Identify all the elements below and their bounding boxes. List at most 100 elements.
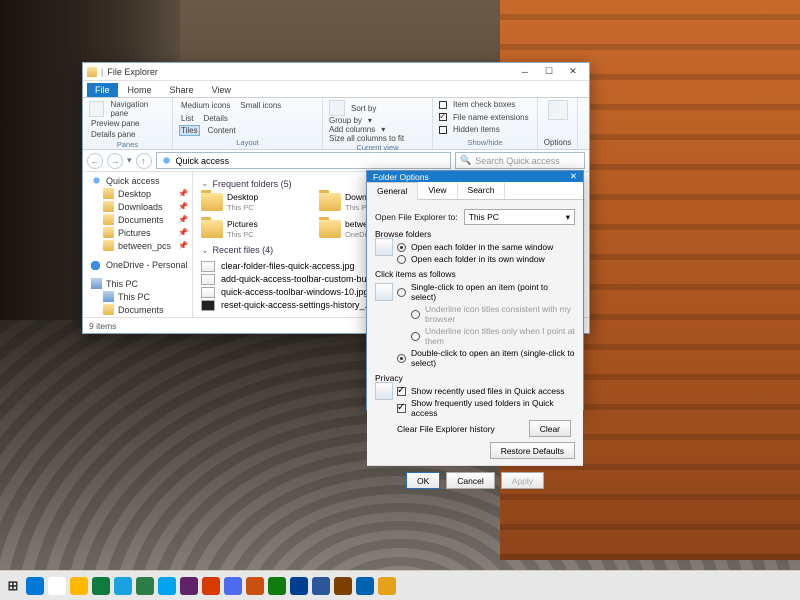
- tab-file[interactable]: File: [87, 83, 118, 97]
- sort-by-button[interactable]: Sort by: [351, 104, 376, 113]
- nav-quick-access[interactable]: Quick access: [83, 174, 192, 187]
- open-explorer-to-select[interactable]: This PC▾: [464, 209, 575, 225]
- taskbar-app-icon[interactable]: [114, 577, 132, 595]
- click-items-icon: [375, 283, 393, 301]
- taskbar-app-icon[interactable]: [48, 577, 66, 595]
- radio-single-click[interactable]: [397, 288, 406, 297]
- radio-own-window[interactable]: [397, 255, 406, 264]
- layout-list[interactable]: List: [179, 113, 195, 124]
- preview-pane-button[interactable]: Preview pane: [89, 118, 141, 129]
- taskbar-app-icon[interactable]: [180, 577, 198, 595]
- taskbar-app-icon[interactable]: [26, 577, 44, 595]
- nav-item-pictures[interactable]: Pictures📌: [83, 226, 192, 239]
- nav-pc-this-pc[interactable]: This PC: [83, 290, 192, 303]
- ribbon-group-label: Show/hide: [439, 138, 531, 147]
- navigation-pane-button[interactable]: Navigation pane: [110, 100, 166, 118]
- nav-item-documents[interactable]: Documents📌: [83, 213, 192, 226]
- taskbar-app-icon[interactable]: [70, 577, 88, 595]
- cancel-button[interactable]: Cancel: [446, 472, 494, 489]
- layout-medium-icons[interactable]: Medium icons: [179, 100, 232, 111]
- recent-locations-button[interactable]: ▾: [127, 155, 132, 166]
- tab-view[interactable]: View: [204, 83, 239, 97]
- dialog-tab-search[interactable]: Search: [458, 182, 506, 199]
- forward-button[interactable]: →: [107, 153, 123, 169]
- taskbar-app-icon[interactable]: [92, 577, 110, 595]
- group-by-button[interactable]: Group by: [329, 116, 362, 125]
- nav-item-desktop[interactable]: Desktop📌: [83, 187, 192, 200]
- apply-button[interactable]: Apply: [501, 472, 544, 489]
- dialog-titlebar[interactable]: Folder Options ✕: [367, 171, 583, 182]
- size-columns-button[interactable]: Size all columns to fit: [329, 134, 404, 143]
- folder-tile[interactable]: DesktopThis PC: [201, 193, 311, 212]
- layout-content[interactable]: Content: [206, 125, 238, 136]
- taskbar-app-icon[interactable]: [246, 577, 264, 595]
- hidden-items-checkbox[interactable]: [439, 126, 447, 134]
- titlebar[interactable]: | File Explorer ─ ☐ ✕: [83, 63, 589, 81]
- layout-tiles[interactable]: Tiles: [179, 125, 200, 136]
- dialog-title: Folder Options: [373, 172, 429, 182]
- file-thumbnail-icon: [201, 261, 215, 272]
- taskbar[interactable]: ⊞: [0, 570, 800, 600]
- address-bar: ← → ▾ ↑ Quick access 🔍 Search Quick acce…: [83, 150, 589, 172]
- nav-item-between-pcs[interactable]: between_pcs📌: [83, 239, 192, 252]
- taskbar-app-icon[interactable]: [202, 577, 220, 595]
- taskbar-app-icon[interactable]: [356, 577, 374, 595]
- tab-share[interactable]: Share: [162, 83, 202, 97]
- file-extensions-checkbox[interactable]: [439, 113, 447, 121]
- pin-icon: 📌: [178, 189, 188, 198]
- checkbox-recent-files[interactable]: [397, 387, 406, 396]
- layout-small-icons[interactable]: Small icons: [238, 100, 283, 111]
- folder-tile[interactable]: PicturesThis PC: [201, 220, 311, 239]
- ribbon: Navigation pane Preview pane Details pan…: [83, 98, 589, 150]
- up-button[interactable]: ↑: [136, 153, 152, 169]
- minimize-button[interactable]: ─: [513, 63, 537, 80]
- search-icon: 🔍: [460, 155, 471, 166]
- browse-folders-heading: Browse folders: [375, 229, 575, 239]
- layout-details[interactable]: Details: [201, 113, 229, 124]
- ok-button[interactable]: OK: [406, 472, 440, 489]
- taskbar-app-icon[interactable]: [312, 577, 330, 595]
- dialog-close-button[interactable]: ✕: [570, 171, 577, 182]
- clear-history-label: Clear File Explorer history: [397, 424, 495, 434]
- taskbar-app-icon[interactable]: [268, 577, 286, 595]
- radio-double-click[interactable]: [397, 354, 406, 363]
- search-input[interactable]: 🔍 Search Quick access: [455, 152, 585, 169]
- folder-icon: [319, 193, 341, 211]
- maximize-button[interactable]: ☐: [537, 63, 561, 80]
- restore-defaults-button[interactable]: Restore Defaults: [490, 442, 575, 459]
- nav-this-pc[interactable]: This PC: [83, 277, 192, 290]
- nav-onedrive[interactable]: OneDrive - Personal: [83, 258, 192, 271]
- taskbar-app-icon[interactable]: [378, 577, 396, 595]
- taskbar-app-icon[interactable]: [136, 577, 154, 595]
- taskbar-app-icon[interactable]: [158, 577, 176, 595]
- details-pane-button[interactable]: Details pane: [89, 129, 137, 140]
- close-button[interactable]: ✕: [561, 63, 585, 80]
- tab-home[interactable]: Home: [120, 83, 160, 97]
- open-explorer-to-label: Open File Explorer to:: [375, 212, 458, 222]
- quick-access-icon: [161, 155, 172, 166]
- address-input[interactable]: Quick access: [156, 152, 451, 169]
- start-button[interactable]: ⊞: [4, 577, 22, 595]
- options-button[interactable]: Options: [544, 138, 572, 147]
- back-button[interactable]: ←: [87, 153, 103, 169]
- item-check-boxes-checkbox[interactable]: [439, 101, 447, 109]
- taskbar-app-icon[interactable]: [224, 577, 242, 595]
- radio-same-window[interactable]: [397, 243, 406, 252]
- browse-folders-icon: [375, 238, 393, 256]
- file-thumbnail-icon: [201, 274, 215, 285]
- nav-item-downloads[interactable]: Downloads📌: [83, 200, 192, 213]
- ribbon-tabs: File Home Share View: [83, 81, 589, 98]
- search-placeholder: Search Quick access: [475, 156, 560, 166]
- folder-options-dialog: Folder Options ✕ General View Search Ope…: [366, 170, 584, 410]
- checkbox-frequent-folders[interactable]: [397, 404, 406, 413]
- dialog-tab-general[interactable]: General: [367, 182, 418, 200]
- dialog-tab-view[interactable]: View: [418, 182, 457, 199]
- taskbar-app-icon[interactable]: [290, 577, 308, 595]
- ribbon-group-label: Panes: [89, 140, 166, 149]
- nav-pc-documents[interactable]: Documents: [83, 303, 192, 316]
- file-thumbnail-icon: [201, 300, 215, 311]
- taskbar-app-icon[interactable]: [334, 577, 352, 595]
- add-columns-button[interactable]: Add columns: [329, 125, 375, 134]
- clear-button[interactable]: Clear: [529, 420, 571, 437]
- status-text: 9 items: [89, 321, 116, 331]
